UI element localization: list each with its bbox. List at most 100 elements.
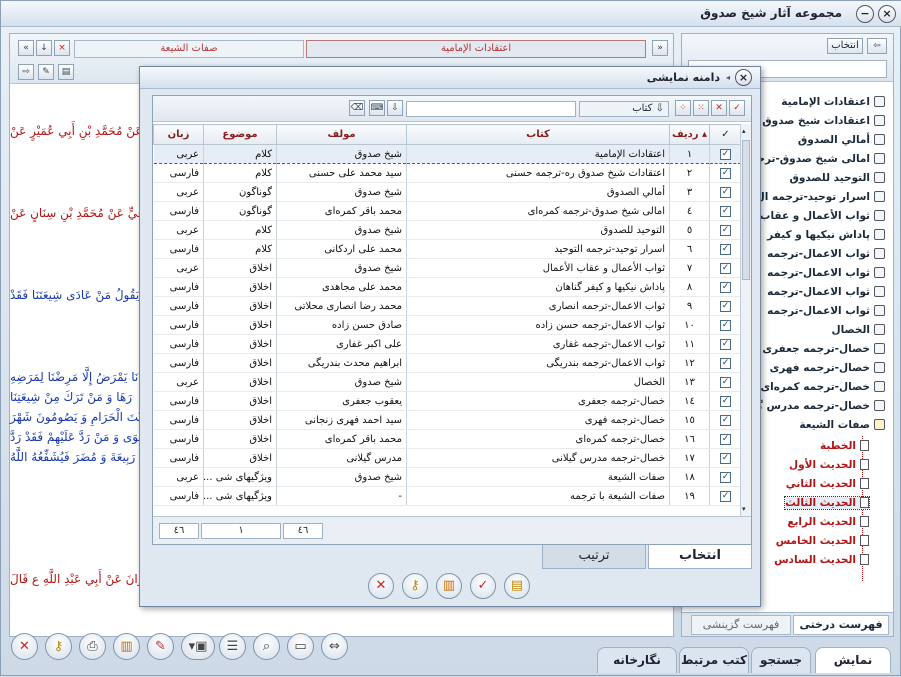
- edit-icon[interactable]: ✎: [147, 633, 174, 660]
- tree-item[interactable]: خصال-ترجمه فهری: [770, 362, 885, 374]
- tab-active[interactable]: اعتقادات الإمامية: [306, 40, 646, 58]
- book-icon[interactable]: ▥: [113, 633, 140, 660]
- row-checkbox[interactable]: ✓: [720, 472, 731, 483]
- close-tab-icon[interactable]: ×: [54, 40, 70, 56]
- table-row[interactable]: عربی ويژگيهای شی ... شيخ صدوق صفات الشيعة ۱۸…: [153, 467, 742, 487]
- table-row[interactable]: فارسی كلام سيد محمد على حسنى اعتقادات شيخ ص…: [153, 163, 742, 183]
- col-language[interactable]: زبان: [153, 124, 204, 145]
- tree-item[interactable]: التوحيد للصدوق: [789, 172, 885, 184]
- row-checkbox[interactable]: ✓: [720, 491, 731, 502]
- key-icon[interactable]: ⚷: [402, 573, 428, 599]
- table-row[interactable]: عربی اخلاق شيخ صدوق ثواب الأعمال و عقاب الأ…: [153, 258, 742, 278]
- sort-down-icon[interactable]: ⇩: [387, 100, 403, 116]
- tree-item[interactable]: ثواب الاعمال-ترجمه: [767, 267, 885, 279]
- close-icon[interactable]: ×: [878, 5, 896, 23]
- tree-item[interactable]: الحديث الخامس: [776, 535, 869, 547]
- scroll-down-icon[interactable]: ▾: [742, 504, 750, 514]
- table-row[interactable]: فارسی اخلاق مدرس گيلانى خصال-ترجمه مدرس گيل…: [153, 448, 742, 468]
- tab-sort[interactable]: ترتیب: [542, 545, 646, 569]
- compare-icon[interactable]: ⇔: [321, 633, 348, 660]
- layout-icon[interactable]: ▤: [58, 64, 74, 80]
- table-row[interactable]: عربی كلام شيخ صدوق اعتقادات الإمامية ۱ ✓: [153, 144, 742, 164]
- tree-item[interactable]: اسرار توحید-ترجمه ال: [756, 191, 885, 203]
- deselect-icon[interactable]: ✕: [711, 100, 727, 116]
- scroll-up-icon[interactable]: ▴: [742, 126, 750, 136]
- scroll-thumb[interactable]: [742, 140, 750, 280]
- row-checkbox[interactable]: ✓: [720, 434, 731, 445]
- table-row[interactable]: عربی اخلاق شيخ صدوق الخصال ۱۳ ✓: [153, 372, 742, 392]
- col-row[interactable]: ردیف ▴: [669, 124, 710, 145]
- row-checkbox[interactable]: ✓: [720, 415, 731, 426]
- tab-select[interactable]: انتخاب: [648, 545, 752, 569]
- ruler-icon[interactable]: ▭: [287, 633, 314, 660]
- row-checkbox[interactable]: ✓: [720, 377, 731, 388]
- wrench-icon[interactable]: ✎: [38, 64, 54, 80]
- filter-column-select[interactable]: کتاب ⇩: [579, 101, 669, 117]
- tab-related-books[interactable]: كتب مرتبط: [679, 647, 749, 673]
- tree-item[interactable]: الحديث السادس: [774, 554, 869, 566]
- tree-item[interactable]: أمالي الصدوق: [798, 134, 885, 146]
- tab-display[interactable]: نمایش: [815, 647, 891, 673]
- tree-item[interactable]: الحديث الأول: [789, 459, 869, 471]
- row-checkbox[interactable]: ✓: [720, 358, 731, 369]
- row-checkbox[interactable]: ✓: [720, 149, 731, 160]
- arrow-right-icon[interactable]: ⇨: [18, 64, 34, 80]
- circles-icon[interactable]: ⁘: [675, 100, 691, 116]
- tree-item[interactable]: اعتقادات شیخ صدوق: [762, 115, 885, 127]
- row-checkbox[interactable]: ✓: [720, 453, 731, 464]
- table-row[interactable]: فارسی گوناگون محمد باقر كمره‌ای امالی شیخ ص…: [153, 201, 742, 221]
- tree-item[interactable]: امالی شیخ صدوق-ترجمه: [744, 153, 885, 165]
- minimize-icon[interactable]: −: [856, 5, 874, 23]
- tab-search[interactable]: جستجو: [751, 647, 811, 673]
- table-row[interactable]: فارسی اخلاق ابراهيم محدث بندريگى ثواب الاعم…: [153, 353, 742, 373]
- col-check[interactable]: ✓: [709, 124, 742, 145]
- table-row[interactable]: فارسی اخلاق محمد رضا انصارى محلاتى ثواب الا…: [153, 296, 742, 316]
- table-row[interactable]: فارسی اخلاق محمد باقر كمره‌اى خصال-ترجمه كم…: [153, 429, 742, 449]
- tree-item[interactable]: ثواب الاعمال-ترجمه: [767, 305, 885, 317]
- key-icon[interactable]: ⚷: [45, 633, 72, 660]
- tree-item[interactable]: خصال-ترجمه مدرس گ: [752, 400, 885, 412]
- tree-item[interactable]: ثواب الاعمال-ترجمه: [767, 248, 885, 260]
- check-filter-icon[interactable]: ✓: [729, 100, 745, 116]
- tree-item[interactable]: الحديث الرابع: [787, 516, 869, 528]
- tree-item[interactable]: خصال-ترجمه جعفری: [762, 343, 885, 355]
- row-checkbox[interactable]: ✓: [720, 168, 731, 179]
- prev-icon[interactable]: «: [18, 40, 34, 56]
- row-checkbox[interactable]: ✓: [720, 339, 731, 350]
- select-button[interactable]: انتخاب: [827, 38, 863, 54]
- table-row[interactable]: فارسی ويژگيهای شی ... - صفات الشيعة با ترجم…: [153, 486, 742, 506]
- tree-item[interactable]: ثواب الاعمال-ترجمه: [767, 286, 885, 298]
- table-row[interactable]: فارسی اخلاق على اكبر غفارى ثواب الاعمال-ترج…: [153, 334, 742, 354]
- row-checkbox[interactable]: ✓: [720, 320, 731, 331]
- tree-item[interactable]: خصال-ترجمه کمره‌ای: [760, 381, 885, 393]
- down-arrow-icon[interactable]: ↓: [36, 40, 52, 56]
- tree-item[interactable]: ثواب الأعمال و عقاب ا: [753, 210, 885, 222]
- filter-input[interactable]: [406, 101, 576, 117]
- row-checkbox[interactable]: ✓: [720, 396, 731, 407]
- table-row[interactable]: فارسی اخلاق محمد على مجاهدى پاداش نيكيها و …: [153, 277, 742, 297]
- row-checkbox[interactable]: ✓: [720, 225, 731, 236]
- tab-gallery[interactable]: نگارخانه: [597, 647, 677, 673]
- table-row[interactable]: فارسی كلام محمد على اردكانى اسرار توحيد-ترج…: [153, 239, 742, 259]
- table-row[interactable]: عربی گوناگون شيخ صدوق أمالي الصدوق ۳ ✓: [153, 182, 742, 202]
- next-icon[interactable]: »: [652, 40, 668, 56]
- print-icon[interactable]: ⎙: [79, 633, 106, 660]
- tree-item-selected[interactable]: الحديث الثالث: [784, 496, 870, 510]
- table-row[interactable]: فارسی اخلاق يعقوب جعفرى خصال-ترجمه جعفرى ۱٤ ✓: [153, 391, 742, 411]
- vertical-scrollbar[interactable]: ▴ ▾: [740, 124, 751, 516]
- tree-item[interactable]: اعتقادات الإمامية: [781, 96, 885, 108]
- table-row[interactable]: فارسی اخلاق سيد احمد فهرى زنجانى خصال-ترجمه…: [153, 410, 742, 430]
- pager-current[interactable]: ١: [201, 523, 281, 539]
- eraser-icon[interactable]: ⌫: [349, 100, 365, 116]
- close-icon[interactable]: ✕: [11, 633, 38, 660]
- confirm-icon[interactable]: ✓: [470, 573, 496, 599]
- open-icon[interactable]: ▥: [436, 573, 462, 599]
- col-author[interactable]: مولف: [276, 124, 407, 145]
- row-checkbox[interactable]: ✓: [720, 206, 731, 217]
- row-checkbox[interactable]: ✓: [720, 301, 731, 312]
- row-checkbox[interactable]: ✓: [720, 263, 731, 274]
- col-book[interactable]: کتاب: [406, 124, 670, 145]
- table-row[interactable]: فارسی اخلاق صادق حسن زاده ثواب الاعمال-ترجم…: [153, 315, 742, 335]
- tree-item[interactable]: پاداش نيكيها و كيفر: [767, 229, 885, 241]
- table-row[interactable]: عربی كلام شيخ صدوق التوحيد للصدوق ٥ ✓: [153, 220, 742, 240]
